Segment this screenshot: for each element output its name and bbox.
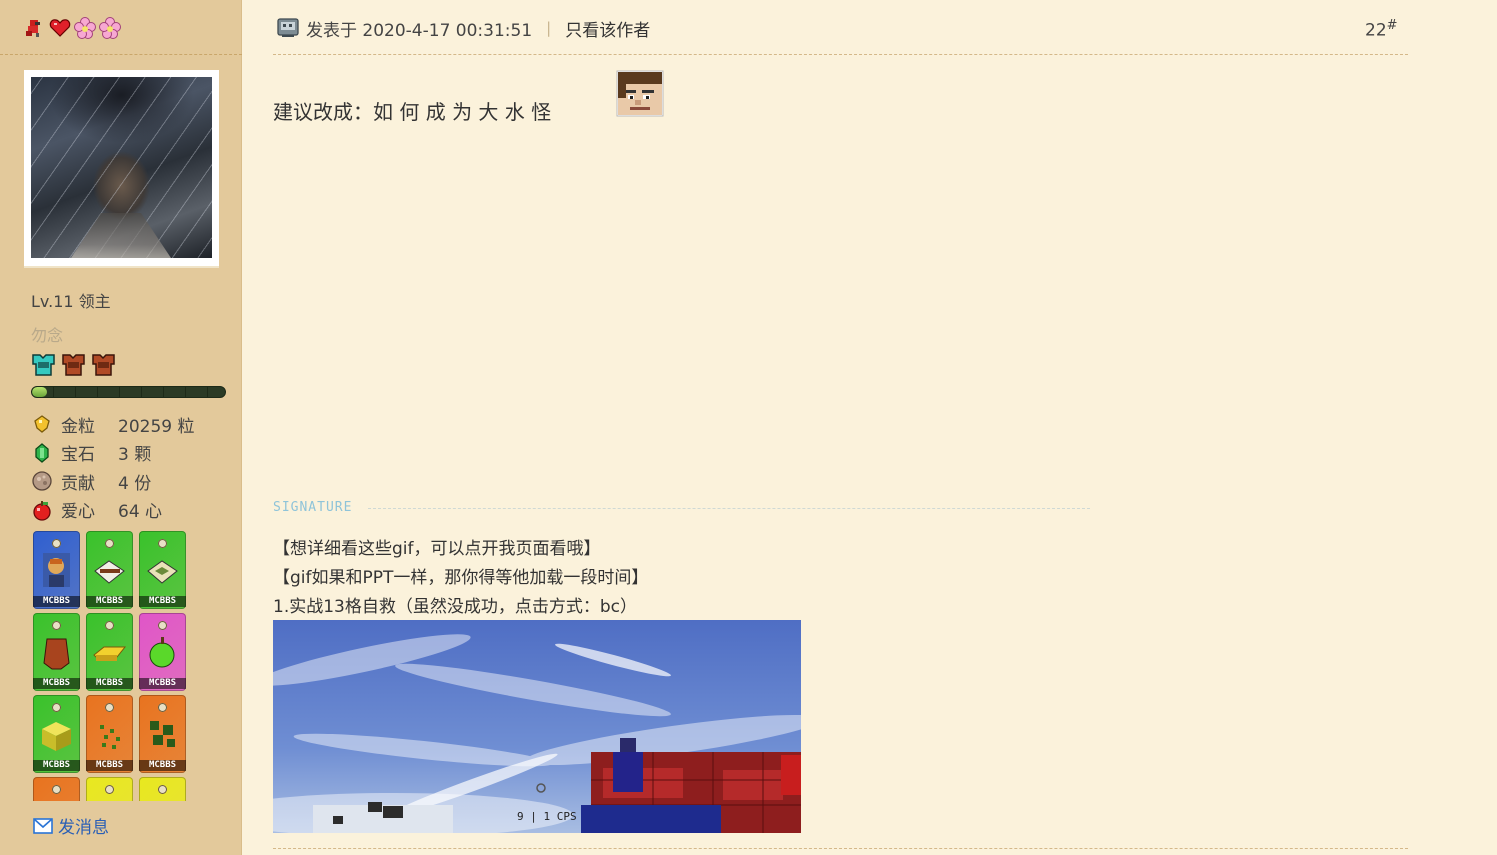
signature: 【想详细看这些gif，可以点开我页面看哦】 【gif如果和PPT一样，那你得等他… bbox=[273, 535, 648, 622]
block-medal-icon bbox=[42, 722, 71, 751]
floor-number-value: 22 bbox=[1365, 20, 1387, 41]
stat-value: 20259 粒 bbox=[118, 416, 195, 437]
stat-gem: 宝石 3 颗 bbox=[31, 439, 194, 468]
book-medal-icon bbox=[94, 560, 125, 584]
medal-seeds-medal[interactable]: MCBBS bbox=[86, 695, 133, 773]
medal-medal[interactable] bbox=[86, 777, 133, 801]
post-header-divider bbox=[273, 54, 1408, 55]
stat-value: 3 颗 bbox=[118, 445, 152, 466]
seeds-medal-icon bbox=[100, 725, 120, 749]
diamond-chestplate-icon bbox=[32, 354, 55, 376]
stat-gold: 金粒 20259 粒 bbox=[31, 410, 194, 439]
medal-green-apple-medal[interactable]: MCBBS bbox=[139, 613, 186, 691]
medal-map-medal[interactable]: MCBBS bbox=[139, 531, 186, 609]
leather-chestplate-icon bbox=[92, 354, 115, 376]
medal-leaves-medal[interactable]: MCBBS bbox=[139, 695, 186, 773]
flower-icon bbox=[99, 17, 121, 39]
gold-nugget-icon bbox=[34, 415, 50, 434]
map-medal-icon bbox=[147, 560, 178, 584]
online-status-icon bbox=[277, 18, 299, 37]
post-footer-divider bbox=[273, 848, 1408, 849]
stat-label: 宝石 bbox=[61, 445, 95, 466]
author-only-link[interactable]: 只看该作者 bbox=[565, 16, 650, 41]
apple-icon bbox=[33, 500, 51, 521]
user-sidebar: Lv.11 领主 勿念 金粒 20259 粒 宝石 3 颗 贡献 4 份 爱心 … bbox=[0, 0, 242, 855]
medal-portrait-medal[interactable]: MCBBS bbox=[33, 531, 80, 609]
envelope-icon bbox=[33, 817, 53, 834]
floor-mark: # bbox=[1386, 18, 1398, 33]
stat-label: 爱心 bbox=[61, 502, 95, 523]
stat-value: 4 份 bbox=[118, 473, 152, 494]
medal-tag: MCBBS bbox=[86, 760, 133, 771]
signature-title: SIGNATURE bbox=[273, 500, 353, 515]
medal-block-medal[interactable]: MCBBS bbox=[33, 695, 80, 773]
leaves-medal-icon bbox=[150, 721, 175, 747]
signature-line: 1.实战13格自救（虽然没成功，点击方式：bc） bbox=[273, 597, 637, 617]
face-emoticon-icon bbox=[616, 70, 664, 117]
post-header: 发表于 2020-4-17 00:31:51 | 只看该作者 bbox=[277, 14, 650, 42]
stat-contribution: 贡献 4 份 bbox=[31, 467, 194, 496]
post-content: 建议改成：如 何 成 为 大 水 怪 bbox=[273, 100, 552, 124]
medal-medal[interactable] bbox=[33, 777, 80, 801]
avatar-image bbox=[31, 77, 212, 258]
medal-tag: MCBBS bbox=[139, 678, 186, 689]
medal-book-medal[interactable]: MCBBS bbox=[86, 531, 133, 609]
medal-gold-ingot-medal[interactable]: MCBBS bbox=[86, 613, 133, 691]
user-stats: 金粒 20259 粒 宝石 3 颗 贡献 4 份 爱心 64 心 bbox=[31, 410, 194, 524]
header-separator: | bbox=[546, 19, 552, 37]
signature-line: 【想详细看这些gif，可以点开我页面看哦】 bbox=[273, 539, 601, 559]
send-message-link[interactable]: 发消息 bbox=[33, 813, 109, 838]
user-nickname[interactable]: 勿念 bbox=[31, 322, 63, 346]
portrait-medal-icon bbox=[43, 553, 70, 587]
medal-list: MCBBS MCBBS MCBBS MCBBS MCBBS MCBBS MCBBS MCBBS… bbox=[33, 531, 193, 801]
medal-medal[interactable] bbox=[139, 777, 186, 801]
medal-tag: MCBBS bbox=[33, 596, 80, 607]
medal-tag: MCBBS bbox=[139, 596, 186, 607]
post-time: 发表于 2020-4-17 00:31:51 bbox=[306, 20, 533, 41]
send-message-label[interactable]: 发消息 bbox=[58, 813, 109, 838]
gold-ingot-medal-icon bbox=[93, 646, 127, 661]
floor-number[interactable]: 22# bbox=[1365, 18, 1398, 41]
stat-value: 64 心 bbox=[118, 502, 163, 523]
medal-leather-medal[interactable]: MCBBS bbox=[33, 613, 80, 691]
medal-tag: MCBBS bbox=[139, 760, 186, 771]
stat-label: 贡献 bbox=[61, 473, 95, 494]
experience-bar bbox=[31, 386, 226, 398]
signature-gif[interactable]: 9 | 1 CPS bbox=[273, 620, 801, 833]
contribution-icon bbox=[32, 471, 52, 491]
gif-hud-text: 9 | 1 CPS bbox=[517, 810, 577, 823]
medal-tag: MCBBS bbox=[86, 596, 133, 607]
post: 发表于 2020-4-17 00:31:51 | 只看该作者 22# 建议改成：… bbox=[243, 0, 1497, 855]
medal-tag: MCBBS bbox=[86, 678, 133, 689]
emerald-icon bbox=[35, 442, 49, 463]
user-badges bbox=[24, 17, 121, 41]
armor-badges bbox=[31, 352, 116, 377]
user-level: Lv.11 领主 bbox=[31, 292, 111, 311]
flower-icon bbox=[74, 17, 96, 39]
leather-chestplate-icon bbox=[62, 354, 85, 376]
signature-divider bbox=[368, 508, 1090, 509]
stat-label: 金粒 bbox=[61, 416, 95, 437]
stat-love: 爱心 64 心 bbox=[31, 496, 194, 525]
avatar[interactable] bbox=[24, 70, 219, 266]
sidebar-divider bbox=[0, 54, 242, 55]
heart-icon bbox=[49, 19, 71, 37]
green-apple-medal-icon bbox=[149, 637, 175, 668]
medal-tag: MCBBS bbox=[33, 678, 80, 689]
leather-medal-icon bbox=[43, 638, 70, 670]
parrot-icon bbox=[26, 20, 40, 37]
medal-tag: MCBBS bbox=[33, 760, 80, 771]
signature-line: 【gif如果和PPT一样，那你得等他加载一段时间】 bbox=[273, 568, 649, 588]
